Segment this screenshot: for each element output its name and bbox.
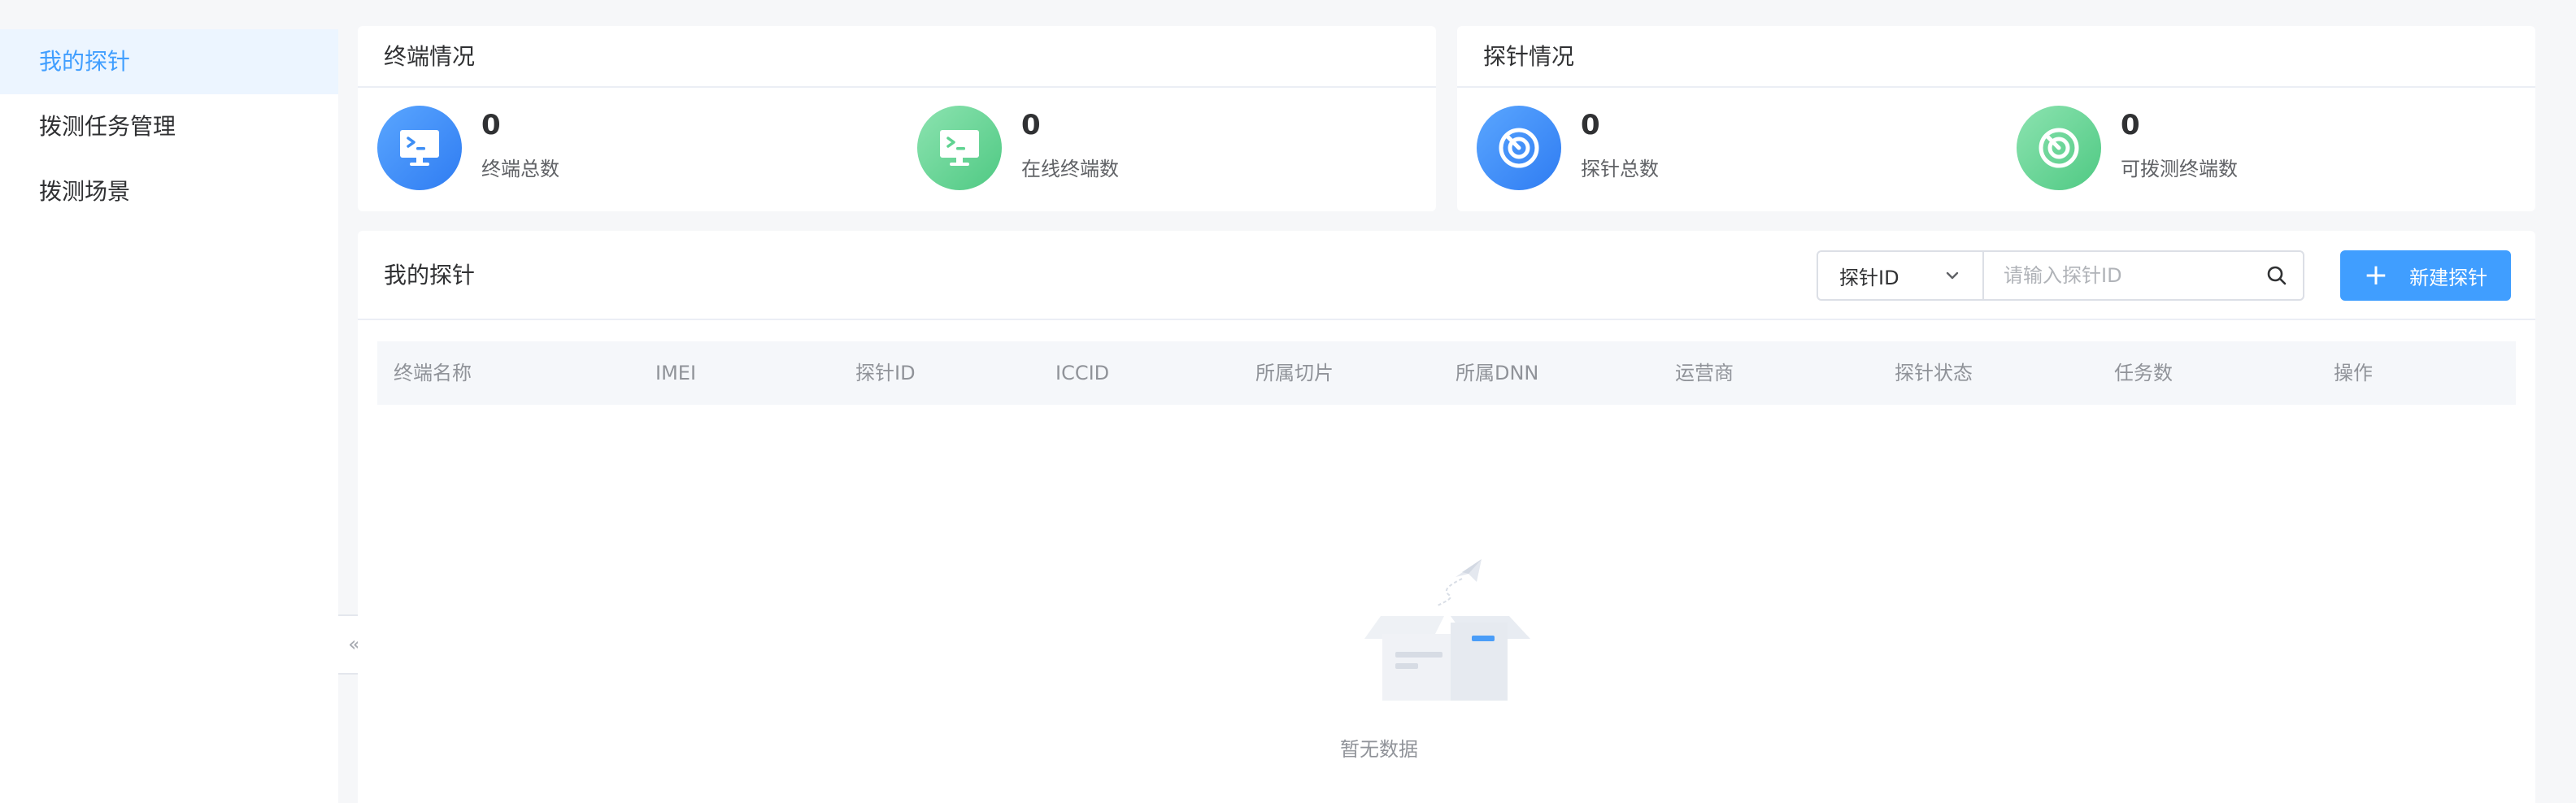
my-probes-panel: 我的探针 探针ID + 新建探针 终端名称 IMEI 探针ID ICCID 所属…: [358, 231, 2535, 803]
terminal-status-card: 终端情况 0 终端总数 0 在线终端数: [358, 26, 1436, 211]
probe-status-card: 探针情况 0 探针总数 0 可拨测终端数: [1457, 26, 2535, 211]
create-probe-button[interactable]: + 新建探针: [2340, 250, 2511, 301]
probe-card-title: 探针情况: [1457, 26, 2535, 88]
sidebar-item-task-management[interactable]: 拨测任务管理: [0, 94, 338, 159]
column-header: 探针ID: [855, 362, 916, 384]
column-header: ICCID: [1055, 362, 1110, 384]
column-header: 运营商: [1675, 362, 1734, 384]
sidebar-item-scenarios[interactable]: 拨测场景: [0, 159, 338, 224]
search-input[interactable]: [2004, 264, 2265, 287]
stat-label: 探针总数: [1581, 158, 1659, 180]
empty-box-icon: [1364, 559, 1530, 701]
stat-label: 可拨测终端数: [2121, 158, 2238, 180]
stat-value: 0: [1021, 109, 1041, 141]
stat-label: 在线终端数: [1021, 158, 1119, 180]
stat-online-terminals: 0 在线终端数: [917, 106, 1119, 190]
stat-value: 0: [481, 109, 501, 141]
plus-icon: +: [2363, 258, 2389, 292]
column-header: 所属切片: [1255, 362, 1334, 384]
probe-icon: [1477, 106, 1561, 190]
monitor-icon: [377, 106, 462, 190]
column-header: 操作: [2334, 362, 2373, 384]
sidebar: 我的探针 拨测任务管理 拨测场景: [0, 29, 338, 803]
column-header: 所属DNN: [1456, 362, 1539, 384]
stat-label: 终端总数: [481, 158, 559, 180]
stat-dialable-terminals: 0 可拨测终端数: [2017, 106, 2238, 190]
search-icon[interactable]: [2265, 264, 2288, 287]
column-header: 任务数: [2114, 362, 2173, 384]
create-probe-label: 新建探针: [2409, 266, 2488, 289]
terminal-card-title: 终端情况: [358, 26, 1436, 88]
column-header: 终端名称: [394, 362, 472, 384]
column-header: IMEI: [655, 362, 697, 384]
select-value: 探针ID: [1839, 266, 1899, 289]
search-field-select[interactable]: 探针ID: [1817, 250, 1982, 301]
probe-id-search[interactable]: [1982, 250, 2304, 301]
stat-total-terminals: 0 终端总数: [377, 106, 559, 190]
stat-value: 0: [1581, 109, 1600, 141]
empty-state-text: 暂无数据: [1340, 738, 1418, 761]
table-header: 终端名称 IMEI 探针ID ICCID 所属切片 所属DNN 运营商 探针状态…: [377, 341, 2516, 405]
probe-icon: [2017, 106, 2101, 190]
monitor-icon: [917, 106, 1002, 190]
sidebar-item-my-probes[interactable]: 我的探针: [0, 29, 338, 94]
chevron-down-icon: [1946, 271, 1959, 280]
stat-value: 0: [2121, 109, 2140, 141]
column-header: 探针状态: [1895, 362, 1973, 384]
stat-total-probes: 0 探针总数: [1477, 106, 1659, 190]
